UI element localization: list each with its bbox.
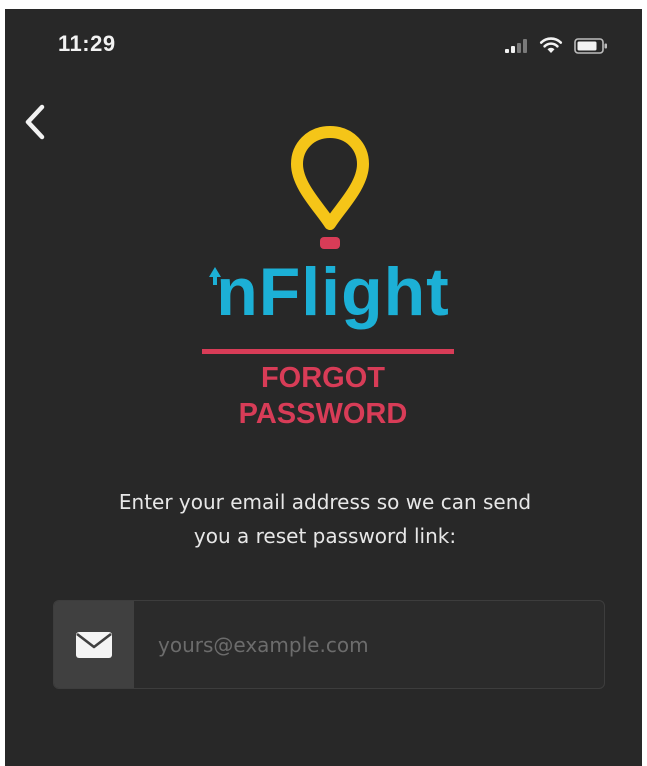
brand-name: nFlight bbox=[216, 254, 450, 330]
email-icon-box bbox=[54, 601, 134, 688]
email-field[interactable] bbox=[53, 600, 605, 689]
instructions-line-2: you a reset password link: bbox=[193, 524, 457, 548]
status-icons bbox=[496, 35, 626, 57]
page-title-line-2: PASSWORD bbox=[238, 398, 408, 430]
signal-icon bbox=[505, 39, 527, 53]
battery-icon bbox=[574, 38, 607, 54]
divider bbox=[202, 349, 454, 354]
back-button[interactable] bbox=[17, 101, 53, 143]
instructions-line-1: Enter your email address so we can send bbox=[118, 490, 532, 514]
page-title: FORGOT PASSWORD bbox=[155, 360, 491, 432]
envelope-icon bbox=[76, 631, 112, 658]
page-title-line-1: FORGOT bbox=[260, 362, 386, 394]
location-pin-icon bbox=[291, 126, 369, 249]
email-input[interactable] bbox=[150, 601, 590, 688]
instructions-text: Enter your email address so we can send … bbox=[65, 485, 585, 553]
forgot-password-screen: 11:29 nFlight FORGOT PASSWORD Enter your… bbox=[5, 9, 642, 766]
status-bar: 11:29 bbox=[5, 9, 642, 79]
status-time: 11:29 bbox=[58, 31, 116, 56]
wifi-icon bbox=[539, 37, 563, 53]
chevron-left-icon bbox=[25, 104, 45, 140]
